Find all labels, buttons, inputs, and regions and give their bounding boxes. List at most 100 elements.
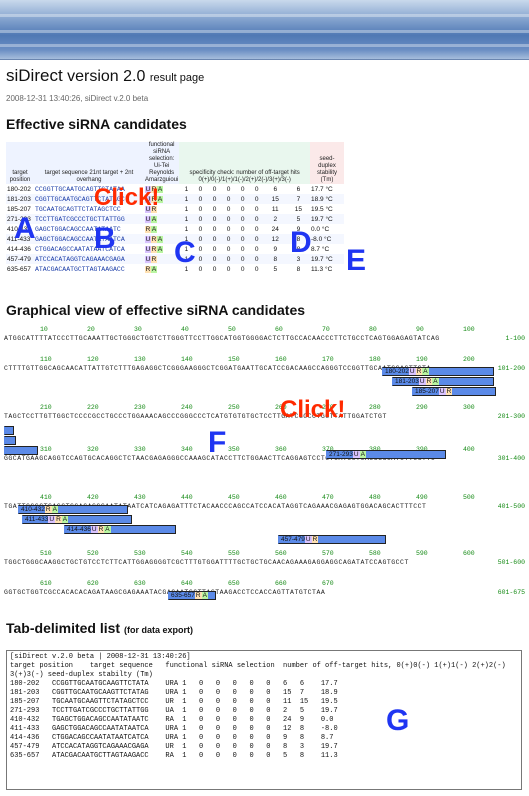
ruler-tick: 410 xyxy=(40,494,52,501)
sirna-candidate-bar[interactable]: 181-203U R A xyxy=(392,377,494,386)
run-timestamp: 2008-12-31 13:40:26, siDirect v.2.0 beta xyxy=(6,94,149,103)
row-off-target-hits[interactable]: 6 xyxy=(287,184,310,194)
ruler-tick: 520 xyxy=(87,550,99,557)
bar-selection-tag: U xyxy=(352,451,360,458)
ruler-tick: 360 xyxy=(275,446,287,453)
bar-selection-tag: R xyxy=(445,388,453,395)
ruler-tick: 180 xyxy=(369,356,381,363)
ruler-tick: 50 xyxy=(228,326,236,333)
sequence-range: 1-100 xyxy=(505,335,525,342)
sirna-candidate-bar[interactable]: 635-657R A xyxy=(168,591,216,600)
selection-tag: A xyxy=(157,235,163,243)
tab-delimited-textarea[interactable]: [siDirect v.2.0 beta | 2008-12-31 13:40:… xyxy=(6,650,522,790)
ruler-tick: 610 xyxy=(40,580,52,587)
sirna-candidate-bar[interactable]: 271-293U A xyxy=(326,450,446,459)
selection-tag: A xyxy=(151,225,157,233)
sirna-candidate-bar[interactable]: 180-202U R A xyxy=(382,367,494,376)
row-target-sequence-link[interactable]: ATCCACATAGGTCAGAAACGAGA xyxy=(34,254,144,264)
ruler-tick: 500 xyxy=(463,494,475,501)
row-off-target-hits[interactable]: 15 xyxy=(264,194,287,204)
row-off-target-hits[interactable]: 2 xyxy=(264,214,287,224)
bar-selection-tag: A xyxy=(432,378,439,385)
row-target-sequence-link[interactable]: ATACGACAATGCTTAGTAAGACC xyxy=(34,264,144,274)
ruler-tick: 120 xyxy=(87,356,99,363)
ruler-tick: 650 xyxy=(228,580,240,587)
ruler-tick: 10 xyxy=(40,326,48,333)
sequence-range: 301-400 xyxy=(497,455,525,462)
sirna-candidate-bar-continuation[interactable] xyxy=(4,436,16,445)
row-off-target-hits[interactable]: 8 xyxy=(287,264,310,274)
row-target-position: 181-203 xyxy=(7,195,31,203)
row-off-target-hits: 0 xyxy=(240,195,245,203)
row-off-target-hits: 0 xyxy=(240,255,245,263)
sirna-candidate-bar[interactable]: 185-207U R xyxy=(412,387,496,396)
row-off-target-hits[interactable]: 24 xyxy=(264,224,287,234)
sirna-candidate-bar[interactable]: 411-433U R A xyxy=(22,515,132,524)
row-off-target-hits: 0 xyxy=(226,195,231,203)
bar-selection-tag: A xyxy=(359,451,366,458)
sirna-candidate-bar-continuation[interactable] xyxy=(4,446,38,455)
bar-selection-tag: U xyxy=(418,378,426,385)
row-off-target-hits: 0 xyxy=(240,235,245,243)
bar-selection-tag: U xyxy=(304,536,312,543)
ruler-tick: 200 xyxy=(463,356,475,363)
label-b: B xyxy=(94,222,116,255)
row-off-target-hits: 0 xyxy=(198,215,203,223)
row-off-target-hits[interactable]: 9 xyxy=(264,244,287,254)
tablist-title-text: Tab-delimited list xyxy=(6,620,121,636)
sirna-candidate-bar[interactable]: 457-479U R xyxy=(278,535,386,544)
col-target-sequence: target sequence 21nt target + 2nt overha… xyxy=(34,142,144,184)
row-off-target-hits: 0 xyxy=(226,245,231,253)
ruler-tick: 580 xyxy=(369,550,381,557)
row-functional-selection: RA xyxy=(144,224,179,234)
label-e: E xyxy=(346,244,367,277)
sequence-line: GGTGCTGGTCGCCACACACAGATAAGCGAGAAATACGACA… xyxy=(4,589,326,596)
row-off-target-hits[interactable]: 12 xyxy=(264,234,287,244)
graphical-view: 10 20 30 40 50 60 70 80 90 100 ATGGCATTTTATCCCTTGC… xyxy=(4,326,525,600)
sirna-candidate-bar[interactable]: 410-432R A xyxy=(18,505,128,514)
row-off-target-hits: 0 xyxy=(212,195,217,203)
row-off-target-hits: 1 xyxy=(184,185,189,193)
bar-selection-tag: A xyxy=(51,506,58,513)
row-off-target-hits: 1 xyxy=(184,205,189,213)
section-effective-title: Effective siRNA candidates xyxy=(6,116,187,132)
bar-selection-tag: R xyxy=(44,506,52,513)
row-off-target-hits: 0 xyxy=(212,265,217,273)
bar-selection-tag: R xyxy=(55,516,62,523)
row-off-target-hits[interactable]: 8 xyxy=(264,254,287,264)
sequence-range: 601-675 xyxy=(497,589,525,596)
row-off-target-hits[interactable]: 11 xyxy=(264,204,287,214)
col-specificity: specificity check: number of off-target … xyxy=(179,142,310,184)
bar-selection-tag: A xyxy=(61,516,69,523)
selection-tag: A xyxy=(157,245,163,253)
row-target-sequence-link[interactable]: TCCTTGATCGCCCTGCTTATTGG xyxy=(34,214,144,224)
bar-label: 414-436 xyxy=(67,526,91,533)
bar-label: 635-657 xyxy=(171,592,195,599)
row-off-target-hits: 0 xyxy=(254,255,259,263)
ruler-tick: 250 xyxy=(228,404,240,411)
row-off-target-hits[interactable]: 7 xyxy=(287,194,310,204)
row-target-sequence-link[interactable]: GAGCTGGACAGCCAATATAATC xyxy=(34,224,144,234)
row-off-target-hits[interactable]: 5 xyxy=(264,264,287,274)
ruler-tick: 20 xyxy=(87,326,95,333)
ruler-tick: 490 xyxy=(416,494,428,501)
row-off-target-hits: 0 xyxy=(240,185,245,193)
ruler-tick: 350 xyxy=(228,446,240,453)
ruler-tick: 470 xyxy=(322,494,334,501)
ruler-tick: 460 xyxy=(275,494,287,501)
row-target-sequence-link[interactable]: GAGCTGGACAGCCAATATAATCA xyxy=(34,234,144,244)
ruler-tick: 400 xyxy=(463,446,475,453)
row-seed-tm: -8.0 °C xyxy=(311,235,332,243)
sirna-candidate-bar-continuation[interactable] xyxy=(4,426,14,435)
row-target-sequence-link[interactable]: CTGGACAGCCAATATAATCATCA xyxy=(34,244,144,254)
bar-selection-tag: A xyxy=(201,592,208,599)
sirna-candidate-bar[interactable]: 414-436U R A xyxy=(64,525,176,534)
click-annotation-2: Click! xyxy=(280,396,346,423)
row-off-target-hits[interactable]: 6 xyxy=(264,184,287,194)
row-off-target-hits[interactable]: 5 xyxy=(287,214,310,224)
col-seed-stability: seed-duplex stability (Tm) xyxy=(310,142,344,184)
row-seed-tm: 8.7 °C xyxy=(311,245,330,253)
row-target-position: 457-479 xyxy=(7,255,31,263)
row-off-target-hits[interactable]: 15 xyxy=(287,204,310,214)
col-target-position: target position xyxy=(6,142,34,184)
